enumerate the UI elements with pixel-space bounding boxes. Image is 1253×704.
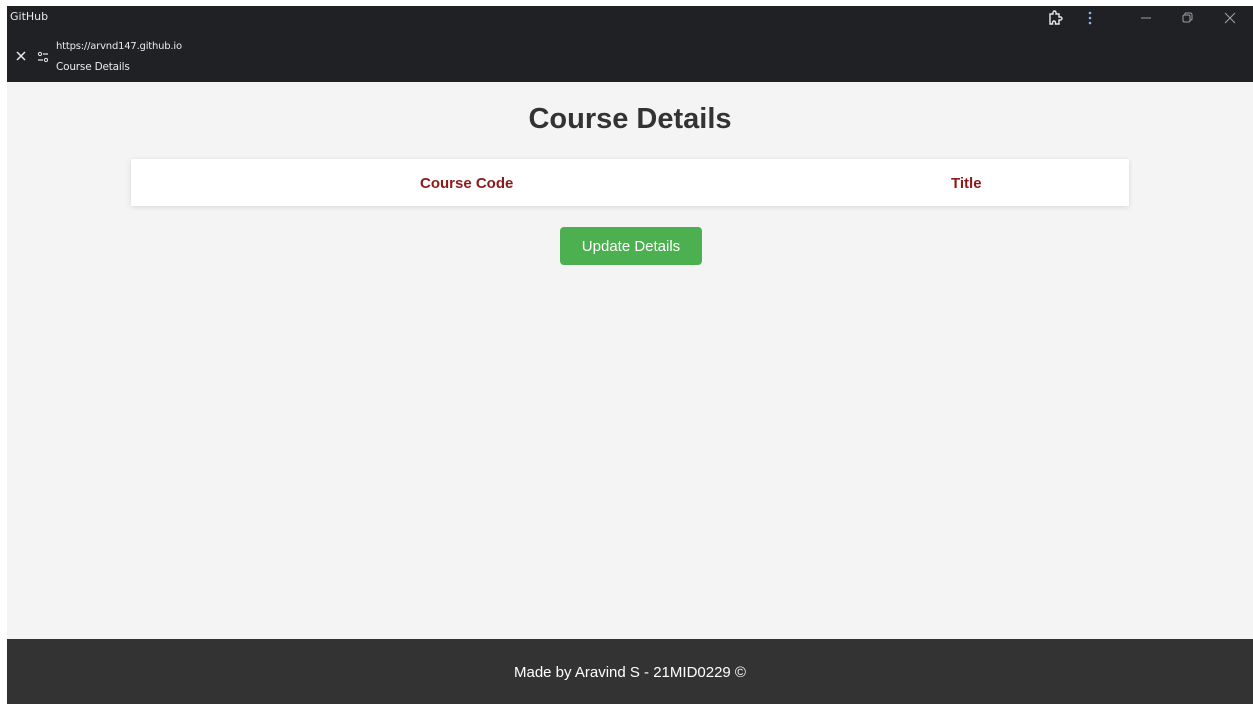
restore-icon[interactable] bbox=[1180, 11, 1194, 25]
column-header-course-code: Course Code bbox=[420, 175, 514, 192]
footer: Made by Aravind S - 21MID0229 © bbox=[7, 639, 1253, 704]
course-table: Course Code Title bbox=[131, 159, 1129, 206]
browser-window: GitHub https://arvnd147.github.io Course… bbox=[7, 6, 1253, 704]
window-close-icon[interactable] bbox=[1223, 11, 1237, 25]
browser-titlebar: GitHub https://arvnd147.github.io Course… bbox=[7, 6, 1253, 82]
site-settings-icon[interactable] bbox=[37, 51, 49, 63]
close-icon[interactable] bbox=[15, 50, 27, 62]
minimize-icon[interactable] bbox=[1139, 10, 1153, 26]
extension-icon[interactable] bbox=[1047, 10, 1063, 26]
update-details-button[interactable]: Update Details bbox=[560, 227, 702, 265]
tab-title: Course Details bbox=[56, 61, 130, 73]
page-title: Course Details bbox=[528, 103, 732, 135]
app-name: GitHub bbox=[10, 10, 49, 23]
column-header-title: Title bbox=[951, 175, 982, 192]
url-text[interactable]: https://arvnd147.github.io bbox=[56, 41, 182, 52]
more-menu-icon[interactable] bbox=[1087, 10, 1093, 26]
footer-text: Made by Aravind S - 21MID0229 © bbox=[513, 664, 746, 681]
